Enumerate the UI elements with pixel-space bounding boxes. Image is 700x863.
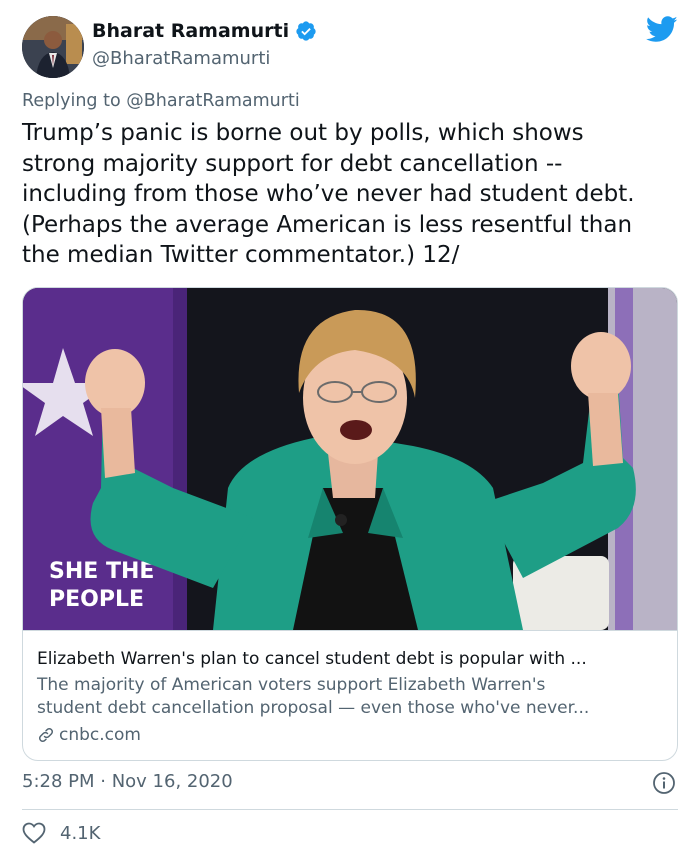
card-description-line: student debt cancellation proposal — eve…: [37, 698, 590, 718]
author-name[interactable]: Bharat Ramamurti: [92, 20, 289, 42]
card-title[interactable]: Elizabeth Warren's plan to cancel studen…: [37, 649, 665, 669]
link-preview-card[interactable]: SHE THE PEOPLE Elizabeth Warren's plan t…: [22, 287, 678, 761]
tweet-text-line: the median Twitter commentator.) 12/: [22, 242, 460, 268]
card-image[interactable]: SHE THE PEOPLE: [23, 288, 677, 630]
card-body[interactable]: Elizabeth Warren's plan to cancel studen…: [23, 630, 677, 760]
avatar-photo: [22, 16, 84, 78]
twitter-bird-icon[interactable]: [646, 16, 678, 43]
tweet-text-line: (Perhaps the average American is less re…: [22, 211, 633, 238]
author-name-row: Bharat Ramamurti: [92, 20, 317, 42]
tweet: Bharat Ramamurti @BharatRamamurti Replyi…: [0, 0, 700, 863]
card-domain-text: cnbc.com: [59, 725, 141, 745]
reply-context: Replying to @BharatRamamurti: [22, 91, 300, 111]
reply-mention-link[interactable]: @BharatRamamurti: [126, 91, 299, 111]
card-description: The majority of American voters support …: [37, 674, 665, 720]
divider: [22, 809, 678, 810]
backdrop-text-line: SHE THE: [49, 559, 154, 584]
verified-badge-icon: [296, 21, 316, 41]
card-photo: SHE THE PEOPLE: [23, 288, 677, 630]
tweet-text-line: including from those who’ve never had st…: [22, 181, 635, 207]
link-icon: [38, 727, 54, 743]
avatar[interactable]: [22, 16, 84, 78]
tweet-text-line: strong majority support for debt cancell…: [22, 150, 563, 177]
card-domain[interactable]: cnbc.com: [37, 725, 141, 745]
reply-prefix: Replying to: [22, 91, 121, 111]
heart-icon[interactable]: [22, 822, 46, 844]
tweet-timestamp[interactable]: 5:28 PM · Nov 16, 2020: [22, 771, 233, 792]
card-description-line: The majority of American voters support …: [37, 675, 546, 695]
author-handle[interactable]: @BharatRamamurti: [92, 48, 270, 69]
info-icon[interactable]: [652, 771, 676, 795]
like-action[interactable]: 4.1K: [22, 822, 100, 844]
tweet-text-line: Trump’s panic is borne out by polls, whi…: [22, 120, 584, 146]
tweet-text: Trump’s panic is borne out by polls, whi…: [22, 118, 682, 271]
backdrop-text-line: PEOPLE: [49, 587, 144, 612]
like-count: 4.1K: [60, 822, 101, 844]
